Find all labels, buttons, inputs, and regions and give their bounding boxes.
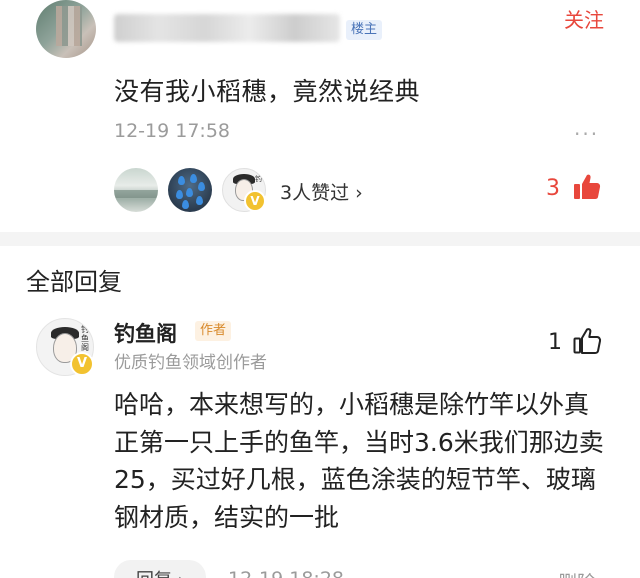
droplet (176, 190, 183, 199)
droplet (190, 174, 197, 183)
droplet (182, 200, 189, 209)
author-name[interactable]: 钓鱼阁 (114, 318, 177, 348)
likers-count-text: 3人赞过 (280, 182, 350, 204)
verified-badge-icon: V (244, 190, 266, 212)
chevron-right-icon: › (355, 182, 363, 204)
landscape-ridge (114, 190, 158, 198)
original-post: 楼主 关注 没有我小稻穗，竟然说经典 12-19 17:58 ··· 钓 V 3… (0, 0, 640, 232)
op-comment-text: 没有我小稻穗，竟然说经典 (114, 77, 421, 106)
thumbs-up-outline-icon[interactable] (572, 326, 602, 356)
reply-button-label: 回复 (136, 570, 172, 578)
likers-summary[interactable]: 3人赞过 › (280, 178, 363, 205)
op-like-count: 3 (546, 176, 560, 201)
verified-badge-icon: V (70, 352, 94, 376)
op-avatar[interactable] (36, 0, 96, 58)
droplet (198, 182, 205, 191)
op-badge: 楼主 (346, 20, 383, 40)
reply-footer: 回复 › 12-19 18:28 删除 (114, 560, 640, 578)
thumbs-up-filled-icon[interactable] (572, 172, 602, 202)
droplet (186, 188, 193, 197)
op-timestamp: 12-19 17:58 (114, 120, 231, 142)
author-description: 优质钓鱼领域创作者 (114, 353, 267, 373)
chevron-right-icon: › (178, 570, 185, 578)
author-badge: 作者 (195, 321, 232, 341)
op-username-blurred[interactable] (114, 14, 340, 42)
reply-text: 哈哈，本来想写的，小稻穗是除竹竿以外真正第一只上手的鱼竿，当时3.6米我们那边卖… (114, 390, 604, 532)
liker-avatar-1[interactable] (114, 168, 158, 212)
section-separator (0, 232, 640, 246)
droplet (196, 196, 203, 205)
more-dots-icon[interactable]: ··· (574, 122, 599, 146)
follow-button[interactable]: 关注 (564, 4, 604, 33)
droplet (178, 176, 185, 185)
liker-avatar-2[interactable] (168, 168, 212, 212)
delete-button[interactable]: 删除 (558, 568, 596, 578)
reply-button[interactable]: 回复 › (114, 560, 206, 578)
pixelated-face (56, 6, 82, 46)
reply-like-count: 1 (548, 330, 562, 355)
section-title: 全部回复 (26, 268, 122, 296)
reply-timestamp: 12-19 18:28 (228, 568, 344, 578)
liker-avatar-label: 钓 (255, 175, 262, 183)
author-avatar-label: 钓鱼阁 (81, 325, 89, 352)
